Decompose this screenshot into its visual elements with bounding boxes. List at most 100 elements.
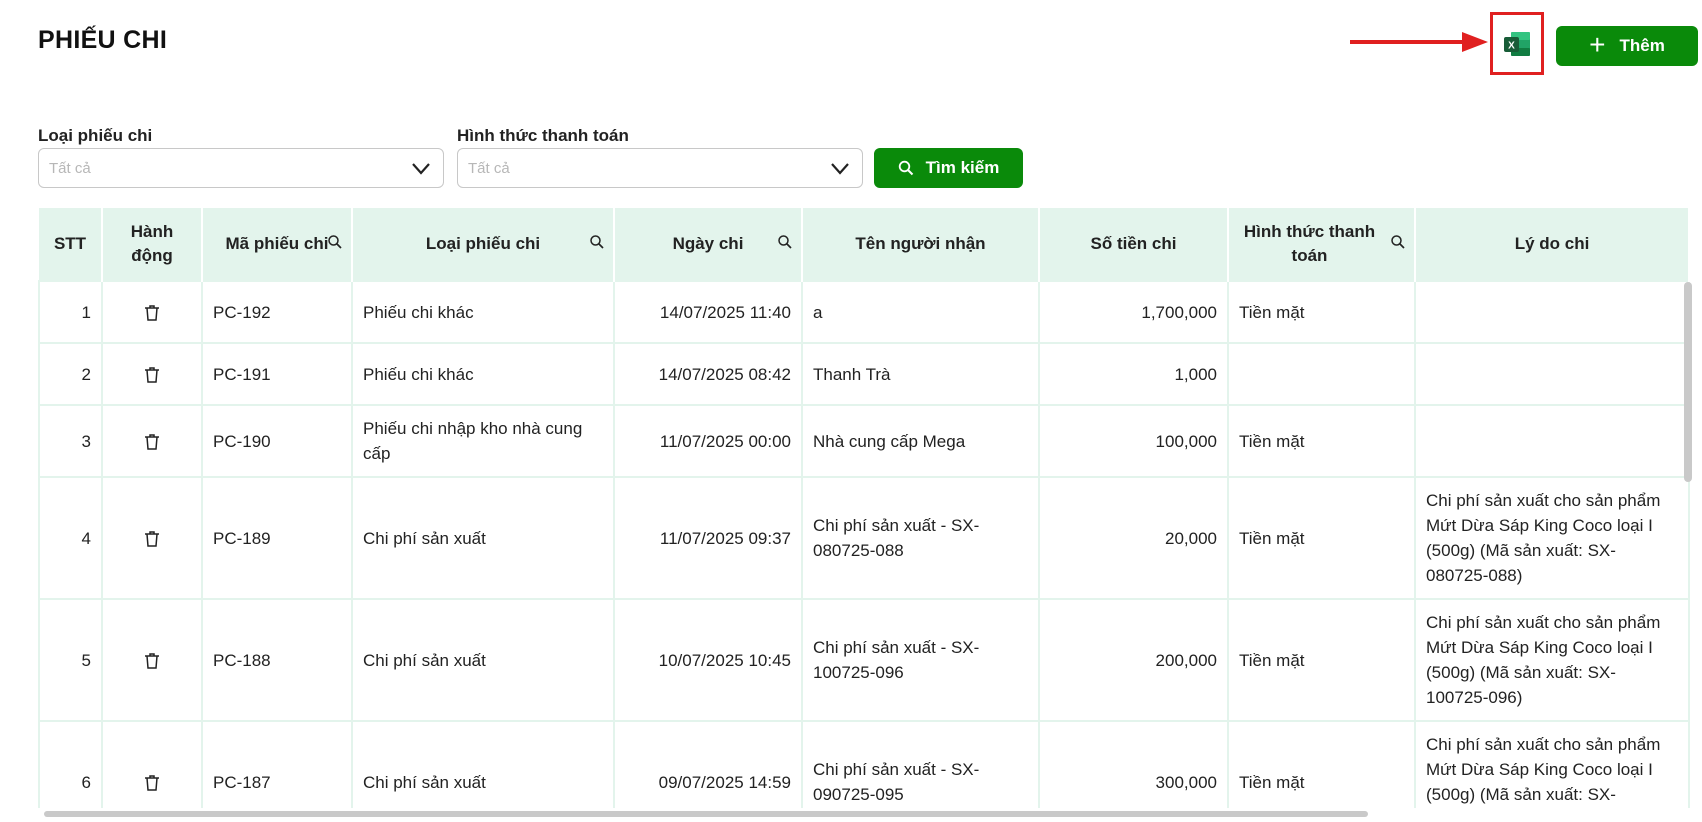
cell-recipient: Thanh Trà: [801, 342, 1040, 406]
cell-type: Chi phí sản xuất: [351, 598, 615, 722]
cell-recipient: Chi phí sản xuất - SX-080725-088: [801, 476, 1040, 600]
search-icon[interactable]: [589, 234, 605, 250]
vertical-scrollbar[interactable]: [1684, 282, 1692, 482]
chevron-down-icon: [831, 163, 849, 175]
filter-type-select[interactable]: Tất cả: [38, 148, 444, 188]
table-header-row: STT Hành động Mã phiếu chi Loại phiếu ch…: [39, 208, 1690, 281]
column-header-amount: Số tiền chi: [1039, 208, 1229, 281]
cell-reason: Chi phí sản xuất cho sản phẩm Mứt Dừa Sá…: [1414, 476, 1690, 600]
column-header-reason: Lý do chi: [1415, 208, 1690, 281]
cell-code: PC-192: [201, 280, 353, 344]
cell-action: [101, 342, 203, 406]
cell-stt: 3: [38, 404, 103, 478]
cell-amount: 1,000: [1038, 342, 1229, 406]
cell-date: 11/07/2025 09:37: [613, 476, 803, 600]
cell-payment: Tiền mặt: [1227, 280, 1416, 344]
cell-action: [101, 476, 203, 600]
column-header-stt: STT: [39, 208, 103, 281]
table-row: 1 PC-192 Phiếu chi khác 14/07/2025 11:40…: [38, 280, 1690, 344]
cell-payment: Tiền mặt: [1227, 476, 1416, 600]
cell-payment: [1227, 342, 1416, 406]
cell-type: Phiếu chi nhập kho nhà cung cấp: [351, 404, 615, 478]
add-button[interactable]: + Thêm: [1556, 26, 1698, 66]
search-button[interactable]: Tìm kiếm: [874, 148, 1023, 188]
cell-payment: Tiền mặt: [1227, 404, 1416, 478]
column-header-code: Mã phiếu chi: [202, 208, 353, 281]
column-header-date-label: Ngày chi: [672, 234, 744, 253]
table-row: 4 PC-189 Chi phí sản xuất 11/07/2025 09:…: [38, 476, 1690, 600]
cell-stt: 6: [38, 720, 103, 808]
trash-icon[interactable]: [144, 530, 160, 548]
cell-type: Phiếu chi khác: [351, 342, 615, 406]
cell-action: [101, 404, 203, 478]
trash-icon[interactable]: [144, 366, 160, 384]
cell-recipient: Chi phí sản xuất - SX-100725-096: [801, 598, 1040, 722]
plus-icon: +: [1589, 28, 1606, 60]
column-header-action: Hành động: [102, 208, 203, 281]
cell-code: PC-189: [201, 476, 353, 600]
cell-type: Phiếu chi khác: [351, 280, 615, 344]
table-row: 5 PC-188 Chi phí sản xuất 10/07/2025 10:…: [38, 598, 1690, 722]
cell-recipient: Chi phí sản xuất - SX-090725-095: [801, 720, 1040, 808]
excel-icon: X: [1504, 31, 1530, 56]
annotation-highlight-box: X: [1490, 12, 1544, 75]
excel-icon-letter: X: [1508, 40, 1515, 51]
cell-action: [101, 720, 203, 808]
cell-amount: 300,000: [1038, 720, 1229, 808]
cell-code: PC-191: [201, 342, 353, 406]
annotation-arrow-icon: [1350, 32, 1488, 52]
cell-type: Chi phí sản xuất: [351, 476, 615, 600]
filter-payment-placeholder: Tất cả: [468, 159, 510, 177]
cell-code: PC-190: [201, 404, 353, 478]
column-header-payment: Hình thức thanh toán: [1228, 208, 1416, 281]
cell-payment: Tiền mặt: [1227, 720, 1416, 808]
search-icon[interactable]: [1390, 234, 1406, 250]
cell-amount: 200,000: [1038, 598, 1229, 722]
data-table: STT Hành động Mã phiếu chi Loại phiếu ch…: [38, 208, 1702, 808]
cell-action: [101, 280, 203, 344]
cell-amount: 100,000: [1038, 404, 1229, 478]
cell-date: 10/07/2025 10:45: [613, 598, 803, 722]
cell-amount: 1,700,000: [1038, 280, 1229, 344]
export-excel-button[interactable]: X: [1500, 27, 1534, 61]
trash-icon[interactable]: [144, 433, 160, 451]
cell-stt: 5: [38, 598, 103, 722]
cell-recipient: a: [801, 280, 1040, 344]
column-header-payment-label: Hình thức thanh toán: [1243, 222, 1376, 265]
trash-icon[interactable]: [144, 304, 160, 322]
search-icon[interactable]: [327, 234, 343, 250]
filter-payment-select[interactable]: Tất cả: [457, 148, 863, 188]
column-header-type: Loại phiếu chi: [352, 208, 615, 281]
cell-code: PC-188: [201, 598, 353, 722]
cell-date: 14/07/2025 08:42: [613, 342, 803, 406]
cell-reason: Chi phí sản xuất cho sản phẩm Mứt Dừa Sá…: [1414, 720, 1690, 808]
search-button-label: Tìm kiếm: [925, 158, 1000, 177]
cell-date: 11/07/2025 00:00: [613, 404, 803, 478]
add-button-label: Thêm: [1619, 36, 1665, 55]
cell-date: 09/07/2025 14:59: [613, 720, 803, 808]
cell-code: PC-187: [201, 720, 353, 808]
trash-icon[interactable]: [144, 652, 160, 670]
cell-type: Chi phí sản xuất: [351, 720, 615, 808]
cell-stt: 2: [38, 342, 103, 406]
search-icon: [898, 160, 913, 176]
trash-icon[interactable]: [144, 774, 160, 792]
filter-type-placeholder: Tất cả: [49, 159, 91, 177]
cell-reason: [1414, 280, 1690, 344]
table-row: 6 PC-187 Chi phí sản xuất 09/07/2025 14:…: [38, 720, 1690, 808]
cell-payment: Tiền mặt: [1227, 598, 1416, 722]
table-row: 3 PC-190 Phiếu chi nhập kho nhà cung cấp…: [38, 404, 1690, 478]
cell-amount: 20,000: [1038, 476, 1229, 600]
cell-stt: 1: [38, 280, 103, 344]
column-header-code-label: Mã phiếu chi: [225, 234, 329, 253]
table-row: 2 PC-191 Phiếu chi khác 14/07/2025 08:42…: [38, 342, 1690, 406]
page-title: PHIẾU CHI: [38, 26, 168, 54]
column-header-date: Ngày chi: [614, 208, 803, 281]
cell-reason: Chi phí sản xuất cho sản phẩm Mứt Dừa Sá…: [1414, 598, 1690, 722]
cell-reason: [1414, 404, 1690, 478]
filter-payment-label: Hình thức thanh toán: [457, 126, 629, 145]
filter-type-label: Loại phiếu chi: [38, 126, 153, 145]
cell-stt: 4: [38, 476, 103, 600]
horizontal-scrollbar[interactable]: [44, 811, 1368, 817]
search-icon[interactable]: [777, 234, 793, 250]
